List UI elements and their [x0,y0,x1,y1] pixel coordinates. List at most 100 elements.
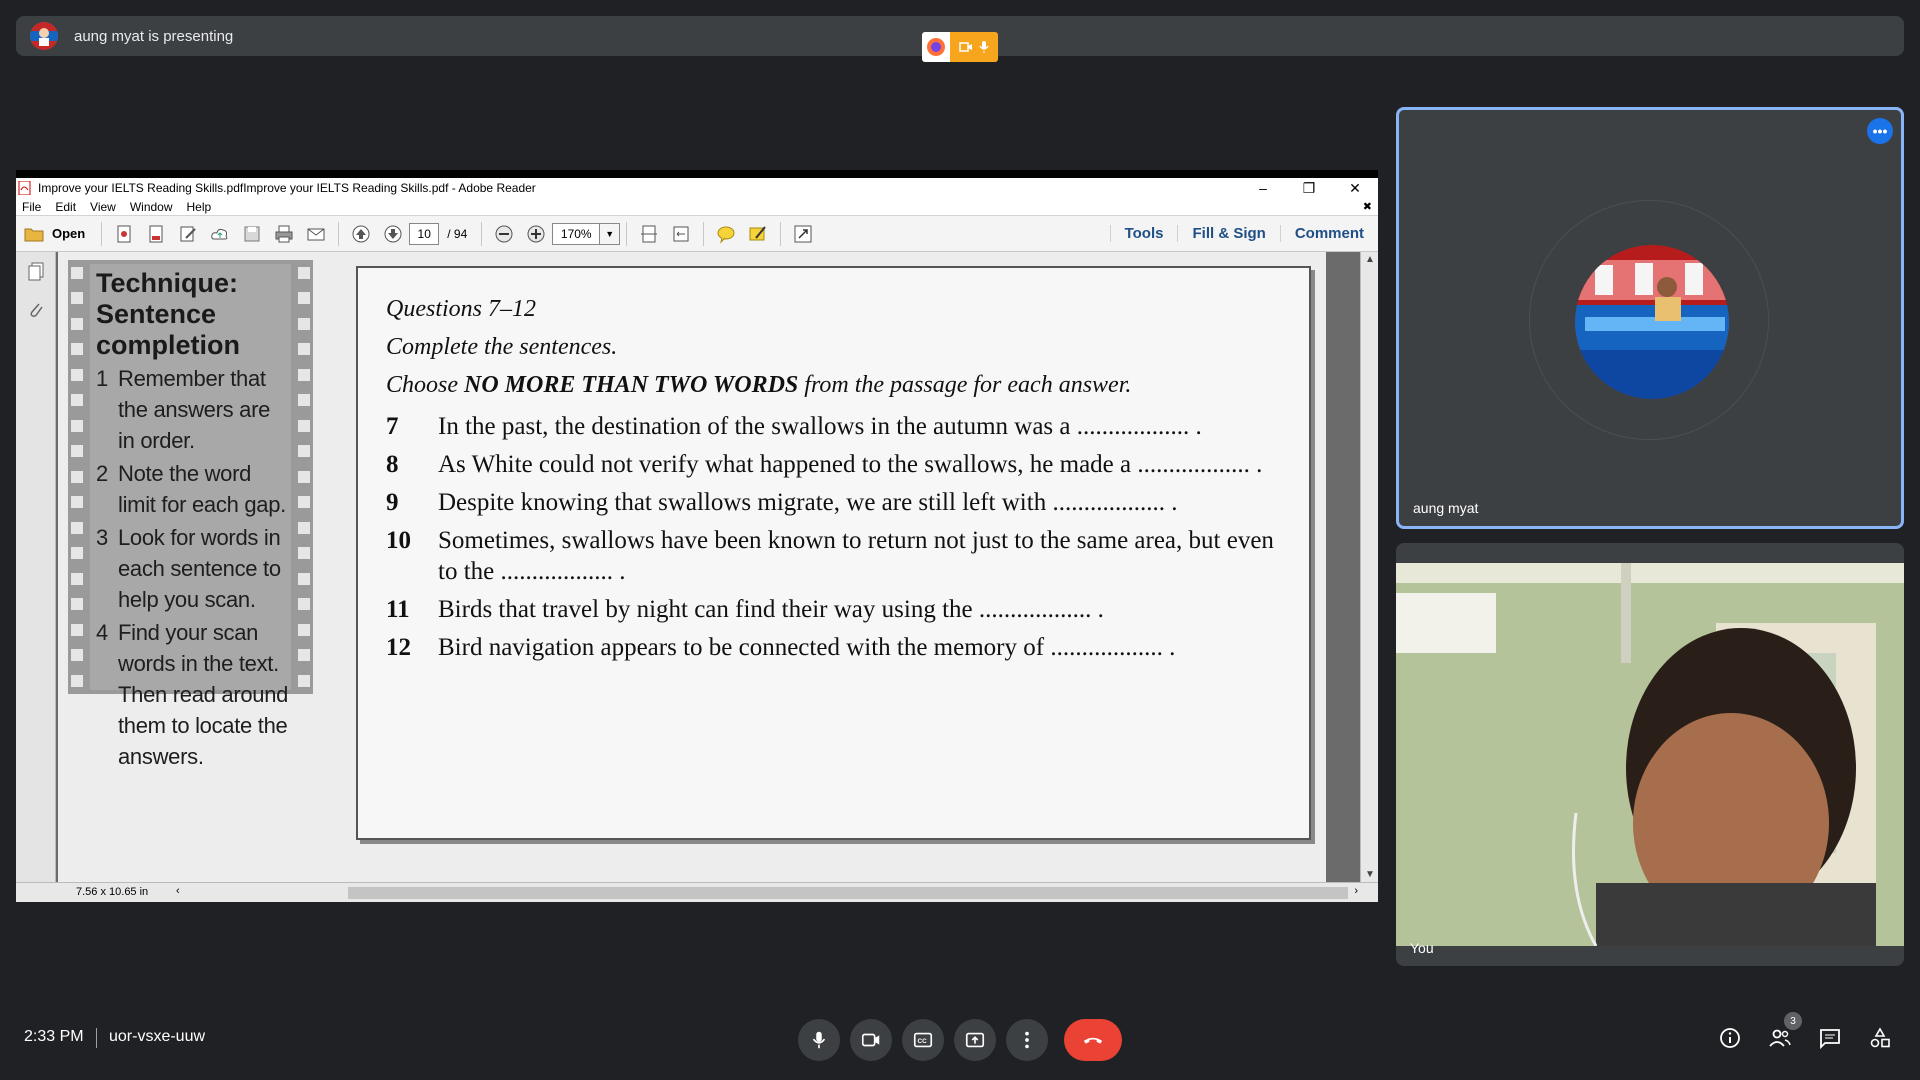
self-camera-feed [1396,563,1904,946]
page-number-input[interactable]: 10 [409,222,440,245]
menu-edit[interactable]: Edit [55,200,76,214]
self-name: You [1410,940,1434,956]
technique-item: 4 Find your scan words in the text. Then … [96,620,289,769]
zoom-dropdown-chevron-icon[interactable]: ▼ [600,222,621,245]
menu-view[interactable]: View [90,200,116,214]
participant-tile-presenter[interactable]: ••• aung myat [1396,107,1904,529]
document-area: Technique: Sentence completion 1 Remember… [16,252,1378,882]
hang-up-icon [1083,1037,1103,1044]
horizontal-scrollbar[interactable]: 7.56 x 10.65 in ‹ › [16,882,1378,902]
info-icon [1720,1028,1740,1048]
restore-button[interactable]: ❐ [1286,180,1332,197]
scroll-down-icon[interactable]: ▼ [1361,869,1378,880]
firefox-icon[interactable] [922,32,950,62]
print-icon[interactable] [271,221,297,247]
fit-width-icon[interactable] [668,221,694,247]
menu-window[interactable]: Window [130,200,173,214]
pdf-page: Technique: Sentence completion 1 Remember… [58,252,1326,882]
window-titlebar: Improve your IELTS Reading Skills.pdfImp… [16,178,1378,198]
technique-item: 3 Look for words in each sentence to help… [96,525,281,612]
page-thumbnails-icon[interactable] [24,260,48,284]
microphone-icon [979,41,989,53]
scroll-thumb[interactable] [348,887,1348,899]
edit-pdf-icon[interactable] [175,221,201,247]
questions-subheading: Complete the sentences. [386,334,618,360]
open-button[interactable]: Open [24,226,85,242]
present-screen-icon [965,1032,985,1048]
folder-icon [24,228,44,241]
vertical-scrollbar[interactable]: ▲ ▼ [1360,252,1378,882]
people-icon [1769,1029,1791,1047]
navigation-pane [16,252,56,882]
technique-title: Technique: Sentence completion [96,268,241,360]
captions-button[interactable]: CC [902,1019,944,1061]
tools-tab[interactable]: Tools [1109,225,1178,242]
scroll-left-icon[interactable]: ‹ [176,885,180,897]
zoom-in-icon[interactable] [523,221,549,247]
shared-screen: Improve your IELTS Reading Skills.pdfImp… [16,170,1378,902]
menu-file[interactable]: File [22,200,41,214]
camera-button[interactable] [850,1019,892,1061]
minimize-button[interactable]: – [1240,180,1286,197]
svg-text:CC: CC [918,1038,928,1045]
chat-button[interactable] [1816,1024,1844,1052]
page-total: / 94 [447,226,468,241]
presenter-avatar [30,22,58,50]
question-item: 7 In the past, the destination of the swa… [386,413,1202,440]
meeting-code: uor-vsxe-uuw [109,1028,206,1045]
close-document-button[interactable]: ✖ [1363,200,1372,213]
activities-button[interactable] [1866,1024,1894,1052]
screen-share-tray[interactable] [922,32,998,62]
comment-tab[interactable]: Comment [1279,225,1378,242]
leave-call-button[interactable] [1064,1019,1122,1061]
highlight-icon[interactable] [745,221,771,247]
next-page-icon[interactable] [380,221,406,247]
email-icon[interactable] [303,221,329,247]
present-now-button[interactable] [954,1019,996,1061]
participant-tile-self[interactable]: You [1396,543,1904,966]
scroll-right-icon[interactable]: › [1354,885,1358,897]
fill-sign-tab[interactable]: Fill & Sign [1177,225,1279,242]
meeting-side-controls: 3 [1716,1012,1894,1052]
reader-toolbar: Open 10 / 94 170% ▼ Tools Fill & Sign Co… [16,216,1378,252]
more-vert-icon [1025,1031,1029,1049]
presenting-text: aung myat is presenting [74,27,234,45]
fullscreen-icon[interactable] [790,221,816,247]
meeting-time: 2:33 PM [24,1028,84,1045]
questions-instruction: Choose NO MORE THAN TWO WORDS from the p… [386,372,1132,398]
technique-item: 2 Note the word limit for each gap. [96,461,286,517]
question-item: 8 As White could not verify what happened… [386,451,1263,478]
microphone-button[interactable] [798,1019,840,1061]
page-size-label: 7.56 x 10.65 in [76,886,149,898]
questions-heading: Questions 7–12 [386,296,536,322]
create-pdf-icon[interactable] [111,221,137,247]
scroll-up-icon[interactable]: ▲ [1361,254,1378,265]
meeting-details-button[interactable] [1716,1024,1744,1052]
close-window-button[interactable]: ✕ [1332,180,1378,197]
menu-help[interactable]: Help [187,200,212,214]
sticky-note-icon[interactable] [713,221,739,247]
technique-item: 1 Remember that the answers are in order. [96,366,271,453]
microphone-icon [812,1031,826,1049]
pdf-file-icon [18,181,31,195]
captions-icon: CC [913,1032,933,1048]
sharing-indicator[interactable] [950,32,998,62]
attachments-icon[interactable] [24,298,48,322]
previous-page-icon[interactable] [348,221,374,247]
cloud-upload-icon[interactable] [207,221,233,247]
question-item: 9 Despite knowing that swallows migrate, … [386,489,1178,516]
participant-count-badge: 3 [1784,1012,1802,1030]
export-pdf-icon[interactable] [143,221,169,247]
zoom-out-icon[interactable] [491,221,517,247]
questions-box: Questions 7–12 Complete the sentences. C… [356,266,1311,840]
chat-icon [1820,1029,1840,1050]
activities-icon [1870,1027,1890,1048]
fit-page-icon[interactable] [636,221,662,247]
zoom-level-input[interactable]: 170% [552,222,601,245]
more-options-button[interactable] [1006,1019,1048,1061]
save-icon[interactable] [239,221,265,247]
participants-button[interactable]: 3 [1766,1012,1802,1052]
window-title: Improve your IELTS Reading Skills.pdfImp… [38,181,536,195]
question-item: 11 Birds that travel by night can find th… [386,596,1104,623]
more-options-button[interactable]: ••• [1867,118,1893,144]
